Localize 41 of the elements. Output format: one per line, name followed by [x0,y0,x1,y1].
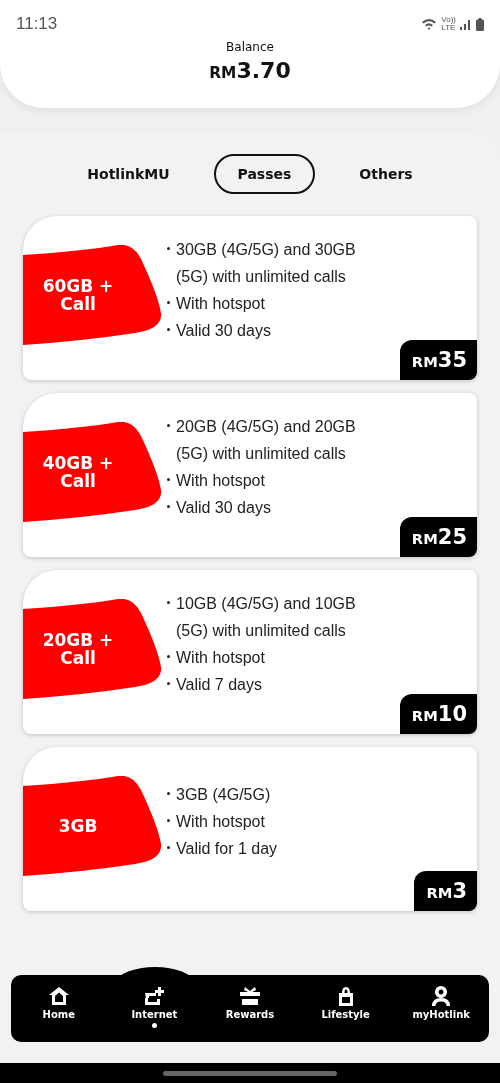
battery-icon [476,17,484,31]
feature-text: Valid for 1 day [167,834,389,862]
nav-item[interactable]: Internet [109,975,200,1028]
price-tag: RM25 [399,517,477,557]
tab[interactable]: Others [335,154,437,194]
feature-text: 10GB (4G/5G) and 10GB (5G) with unlimited calls [167,590,389,644]
price-tag: RM35 [399,340,477,380]
volte-indicator: Vo)) LTE [441,16,456,32]
price-tag: RM 3 [414,871,477,911]
gift-icon [238,985,262,1007]
balance-label: Balance [226,40,274,54]
pass-card[interactable]: 40GB + Call 20GB (4G/5G) and 20GB (5G) with unlimited calls With hotspot Valid 30 days RM25 [23,393,477,557]
feature-text: 20GB (4G/5G) and 20GB (5G) with unlimited calls [167,413,389,467]
price-tag: RM 10 [399,694,477,734]
pass-card[interactable]: 3GB 3GB (4G/5G) With hotspot Valid for 1 day RM 3 [23,747,477,911]
status-time: 11:13 [16,14,58,34]
balance-amount: RM3.70 [209,58,291,83]
wifi-icon [421,18,438,30]
pass-card[interactable]: 20GB + Call 10GB (4G/5G) and 10GB (5G) with unlimited calls With hotspot Valid 7 days RM 10 [23,570,477,734]
feature-text: 30GB (4G/5G) and 30GB (5G) with unlimited calls [167,236,389,290]
tab[interactable]: Passes [213,154,316,194]
pass-card[interactable]: 60GB + Call 30GB (4G/5G) and 30GB (5G) with unlimited calls With hotspot Valid 30 days RM35 [23,216,477,380]
nav-item[interactable]: myHotlink [396,975,487,1028]
tab[interactable]: HotlinkMU [63,154,194,194]
feature-text: 3GB (4G/5G) [167,780,389,808]
feature-text: With hotspot [167,467,389,494]
nav-item[interactable]: Home [13,975,104,1028]
plan-title: 3GB [58,817,98,835]
plan-title: 40GB + Call [42,454,114,490]
feature-text: Valid 30 days [167,494,389,521]
nav-item[interactable]: Lifestyle [300,975,391,1028]
nav-item[interactable]: Rewards [205,975,295,1028]
signal-icon [460,18,472,30]
feature-text: With hotspot [167,807,389,835]
sim-plus-icon [142,985,167,1007]
feature-text: Valid 30 days [167,317,389,344]
plan-title: 60GB + Call [42,277,114,313]
feature-text: With hotspot [167,290,389,317]
plan-title: 20GB + Call [42,631,114,667]
feature-text: With hotspot [167,644,389,671]
feature-text: Valid 7 days [167,671,389,698]
